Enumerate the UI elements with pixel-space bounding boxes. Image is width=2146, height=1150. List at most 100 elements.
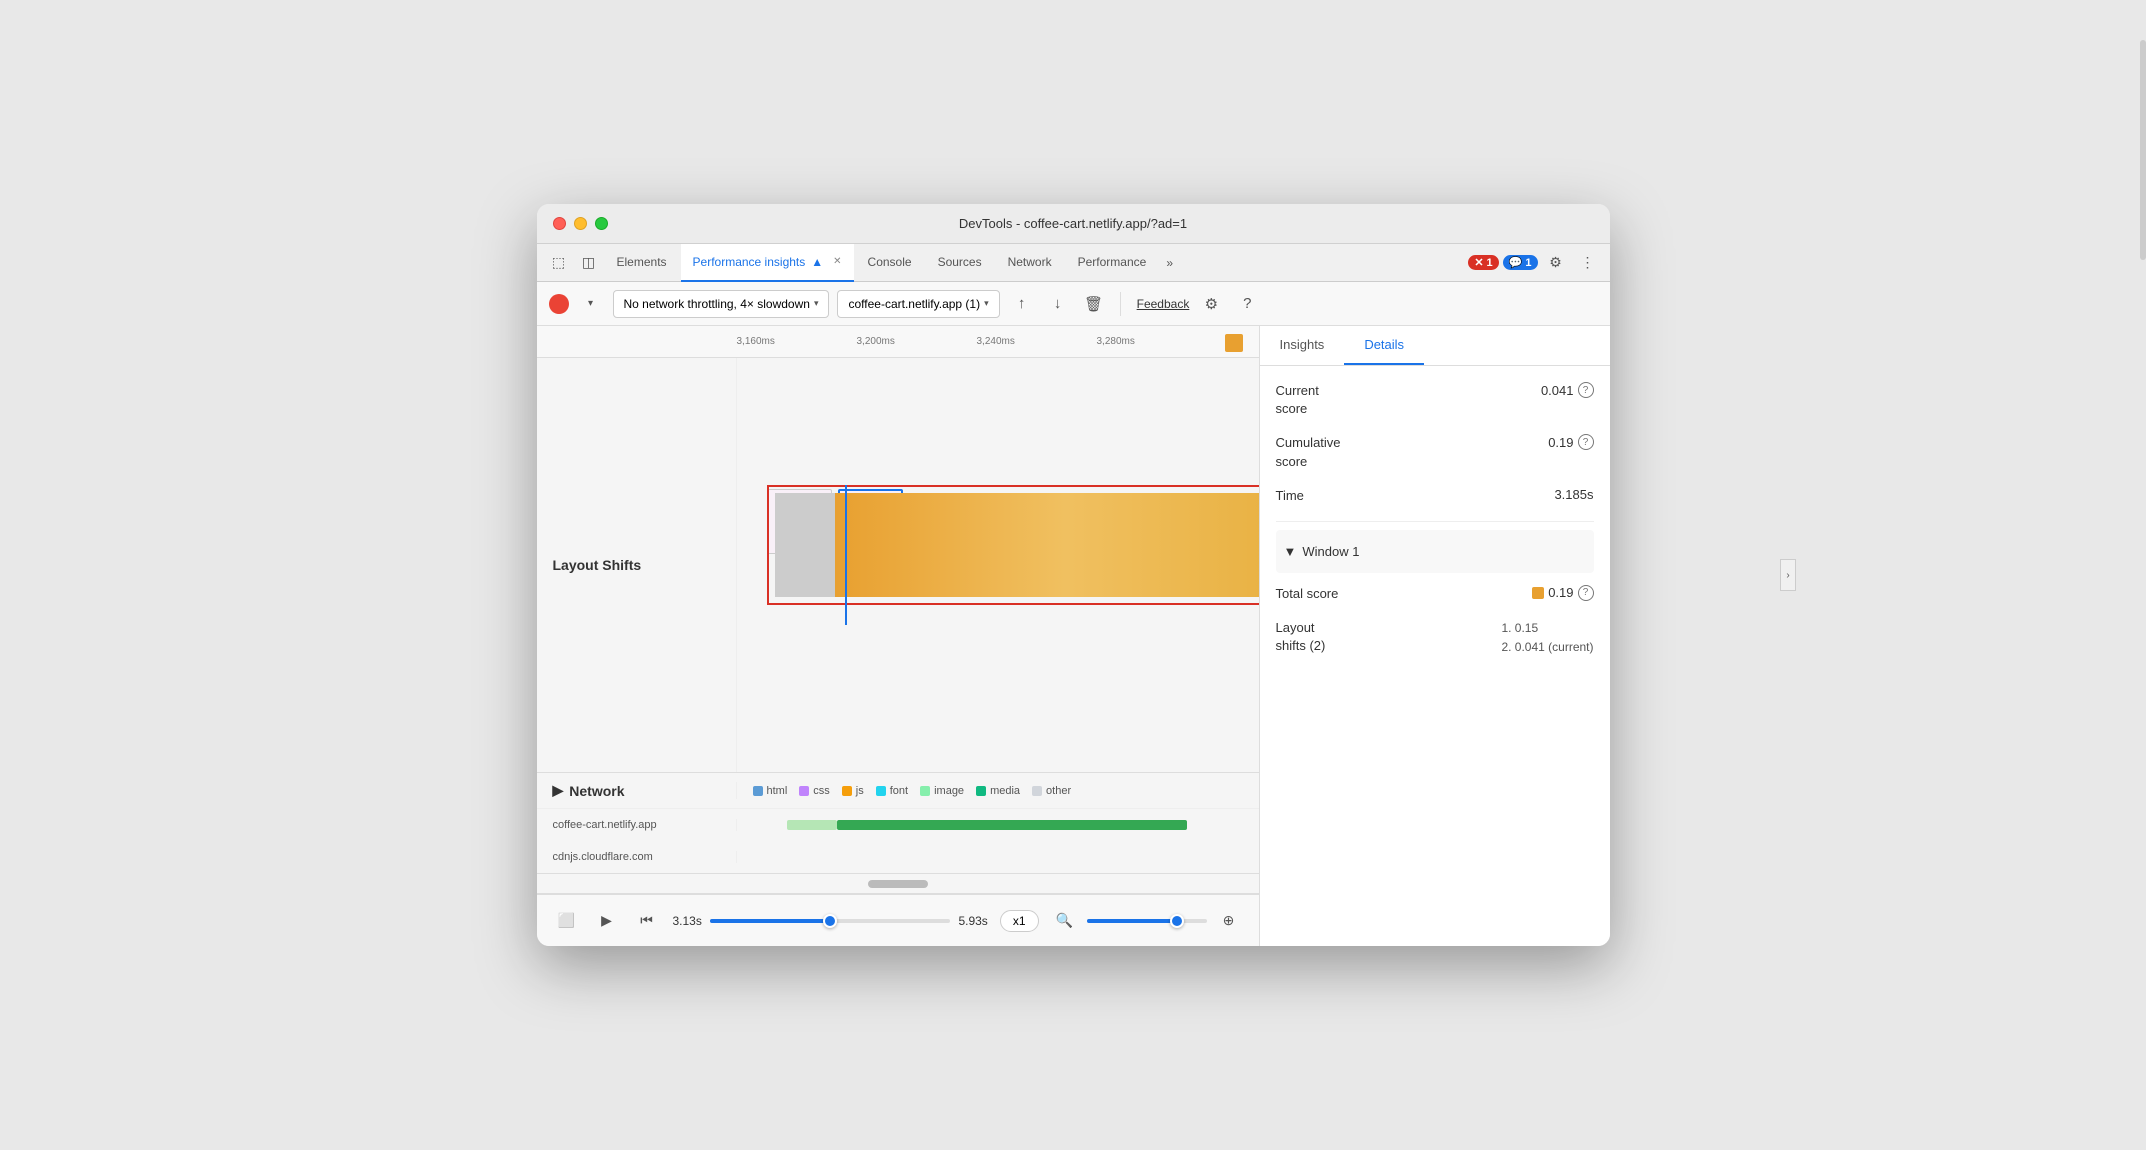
horizontal-scrollbar[interactable] [537,874,1259,894]
device-icon[interactable]: ◫ [575,249,603,277]
time-marker-1: 3,160ms [737,336,857,347]
tab-sources[interactable]: Sources [926,244,994,282]
network-legend: html css js font [737,785,1088,797]
time-end: 5.93s [958,914,987,928]
zoom-out-icon[interactable]: 🔍 [1051,907,1079,935]
devtools-window: DevTools - coffee-cart.netlify.app/?ad=1… [537,204,1610,946]
profile-dropdown[interactable]: coffee-cart.netlify.app (1) ▾ [837,290,999,318]
zoom-control: 🔍 ⊕ [1051,907,1243,935]
bottom-toolbar: ⬜ ▶ ⏮ 3.13s 5.93s x1 🔍 [537,894,1259,946]
left-panel: 3,160ms 3,200ms 3,240ms 3,280ms Layout S… [537,326,1260,946]
tab-details[interactable]: Details [1344,325,1424,365]
legend-media-dot [976,786,986,796]
message-badge[interactable]: 💬1 [1503,255,1538,270]
current-score-help-icon[interactable]: ? [1578,382,1594,398]
legend-font-label: font [890,785,908,797]
profile-arrow-icon: ▾ [984,298,989,309]
upload-icon[interactable]: ↑ [1008,290,1036,318]
gear-icon[interactable]: ⚙ [1197,290,1225,318]
current-score-label: Currentscore [1276,382,1319,418]
metric-current-score: Currentscore 0.041 ? [1276,382,1594,418]
legend-js-dot [842,786,852,796]
tab-insights[interactable]: Insights [1260,325,1345,365]
more-tabs-button[interactable]: » [1160,256,1179,270]
network-expand-icon: ▶ [553,782,564,799]
time-markers: 3,160ms 3,200ms 3,240ms 3,280ms [737,336,1217,347]
bar-dark [837,820,1187,830]
metric-total-score: Total score 0.19 ? [1276,585,1594,603]
toolbar-separator [1120,292,1121,316]
time-slider[interactable] [710,919,951,923]
layout-shifts-section: Layout Shifts ☕ [537,358,1259,773]
metric-time: Time 3.185s [1276,487,1594,505]
network-row-0[interactable]: coffee-cart.netlify.app [537,809,1259,841]
delete-icon[interactable]: 🗑 [1080,290,1108,318]
close-button[interactable] [553,217,566,230]
layout-shift-visualization: ☕ ☕ [737,485,1249,645]
current-score-value: 0.041 ? [1541,382,1594,398]
layout-shifts-label: Layout Shifts [537,358,737,772]
time-start: 3.13s [673,914,702,928]
window-section-toggle[interactable]: ▼ Window 1 [1284,538,1586,565]
network-label[interactable]: ▶ Network [537,782,737,799]
total-score-help-icon[interactable]: ? [1578,585,1594,601]
legend-css: css [799,785,830,797]
legend-font-dot [876,786,886,796]
scrollbar-thumb[interactable] [868,880,928,888]
time-marker-4: 3,280ms [1097,336,1217,347]
cumulative-score-help-icon[interactable]: ? [1578,434,1594,450]
metric-cumulative-score: Cumulativescore 0.19 ? [1276,434,1594,470]
maximize-button[interactable] [595,217,608,230]
throttling-arrow-icon: ▾ [814,298,819,309]
download-icon[interactable]: ↓ [1044,290,1072,318]
legend-image-label: image [934,785,964,797]
record-button[interactable] [549,294,569,314]
window-title: DevTools - coffee-cart.netlify.app/?ad=1 [959,216,1187,231]
tab-close-icon[interactable]: ✕ [833,256,841,267]
tab-bar: ⬚ ◫ Elements Performance insights ▲ ✕ Co… [537,244,1610,282]
time-label: Time [1276,487,1304,505]
zoom-slider-thumb[interactable] [1170,914,1184,928]
error-badge[interactable]: ✕1 [1468,255,1498,270]
tab-performance-insights[interactable]: Performance insights ▲ ✕ [681,244,854,282]
network-row-1-bar [737,841,1259,873]
tab-console[interactable]: Console [856,244,924,282]
network-row-1[interactable]: cdnjs.cloudflare.com [537,841,1259,873]
shift-indicator [1225,334,1243,352]
settings-icon[interactable]: ⚙ [1542,249,1570,277]
time-marker-2: 3,200ms [857,336,977,347]
legend-media: media [976,785,1020,797]
speed-button[interactable]: x1 [1000,910,1039,932]
legend-html-label: html [767,785,788,797]
bar-light [787,820,837,830]
time-range: 3.13s 5.93s [673,914,988,928]
zoom-slider[interactable] [1087,919,1207,923]
section-divider [1276,521,1594,522]
main-content: 3,160ms 3,200ms 3,240ms 3,280ms Layout S… [537,326,1610,946]
legend-html: html [753,785,788,797]
record-dropdown-arrow[interactable]: ▾ [577,290,605,318]
total-score-value: 0.19 ? [1532,585,1593,601]
cursor-icon[interactable]: ⬚ [545,249,573,277]
minimize-button[interactable] [574,217,587,230]
layout-shifts-timeline[interactable]: ☕ ☕ [737,358,1259,772]
time-slider-thumb[interactable] [823,914,837,928]
more-options-icon[interactable]: ⋮ [1574,249,1602,277]
play-icon[interactable]: ▶ [593,907,621,935]
legend-html-dot [753,786,763,796]
time-value: 3.185s [1554,487,1593,502]
help-icon[interactable]: ? [1233,290,1261,318]
network-row-0-bar [737,809,1259,841]
tab-network[interactable]: Network [996,244,1064,282]
tab-elements[interactable]: Elements [605,244,679,282]
time-slider-fill [710,919,830,923]
legend-font: font [876,785,908,797]
screenshot-icon[interactable]: ⬜ [553,907,581,935]
feedback-link[interactable]: Feedback [1137,297,1190,311]
skip-back-icon[interactable]: ⏮ [633,907,661,935]
throttling-dropdown[interactable]: No network throttling, 4× slowdown ▾ [613,290,830,318]
tab-performance[interactable]: Performance [1066,244,1159,282]
zoom-in-icon[interactable]: ⊕ [1215,907,1243,935]
traffic-lights [553,217,608,230]
total-score-label: Total score [1276,585,1339,603]
